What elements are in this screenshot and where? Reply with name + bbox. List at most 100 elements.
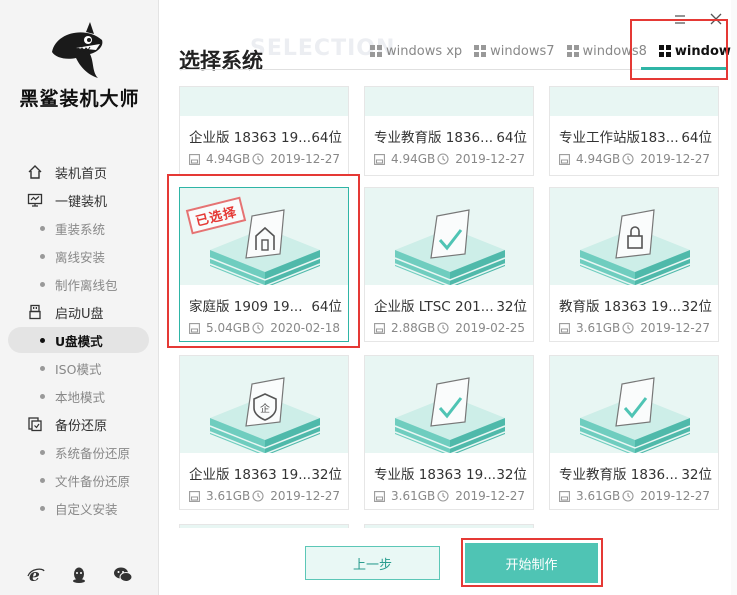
disk-icon xyxy=(374,322,388,334)
sidebar-item-local-mode[interactable]: 本地模式 xyxy=(8,383,149,409)
system-card[interactable]: 企业版 LTSC 201... 32位 2.88GB 2019-02-25 xyxy=(364,187,534,342)
disk-icon xyxy=(189,322,203,334)
clock-icon xyxy=(437,322,452,334)
os-tabs: windows xp windows7 windows8 windows10 xyxy=(370,40,737,62)
social-links: e xyxy=(0,565,159,585)
system-image xyxy=(180,87,348,116)
minimize-icon[interactable] xyxy=(670,10,690,28)
card-title-row: 专业版 18363 19... 32位 xyxy=(374,463,527,483)
release-date: 2019-12-27 xyxy=(622,488,710,504)
system-card[interactable]: 专业工作站版183... 64位 4.94GB 2019-12-27 xyxy=(549,86,719,176)
release-date-value: 2019-12-27 xyxy=(455,152,525,166)
sidebar-item-home[interactable]: 装机首页 xyxy=(8,159,149,185)
monitor-icon xyxy=(26,191,44,209)
header-divider xyxy=(179,69,720,70)
release-date: 2019-12-27 xyxy=(252,488,340,504)
system-card[interactable]: 专业教育版 1836... 64位 4.94GB 2019-12-27 xyxy=(364,86,534,176)
sidebar-item-backup-restore[interactable]: 备份还原 xyxy=(8,411,149,437)
start-making-button[interactable]: 开始制作 xyxy=(465,543,598,583)
card-meta-row: 2.88GB 2019-02-25 xyxy=(374,320,525,336)
system-card[interactable]: 专业教育版 1836... 32位 3.61GB 2019-12-27 xyxy=(549,355,719,510)
bullet-icon xyxy=(40,253,45,259)
close-icon[interactable] xyxy=(706,10,726,28)
sidebar-item-offline-install[interactable]: 离线安装 xyxy=(8,243,149,269)
tab-windows8[interactable]: windows8 xyxy=(566,44,647,59)
release-date-value: 2019-12-27 xyxy=(640,152,710,166)
usb-icon xyxy=(26,303,44,321)
file-size-value: 4.94GB xyxy=(391,152,436,166)
release-date-value: 2019-12-27 xyxy=(640,321,710,335)
system-name: 专业版 18363 19... xyxy=(374,467,497,481)
clock-icon xyxy=(622,322,637,334)
release-date-value: 2019-02-25 xyxy=(455,321,525,335)
bullet-icon xyxy=(40,505,45,511)
svg-text:企: 企 xyxy=(260,402,270,415)
tab-label: windows10 xyxy=(674,43,737,59)
bullet-icon xyxy=(40,281,45,287)
sidebar-item-label: 启动U盘 xyxy=(55,306,104,322)
footer xyxy=(159,528,737,595)
disk-icon xyxy=(559,153,573,165)
windows-logo-icon xyxy=(474,45,487,57)
release-date: 2020-02-18 xyxy=(252,320,340,336)
system-name: 专业教育版 1836... xyxy=(374,130,494,144)
wechat-icon[interactable] xyxy=(113,565,133,585)
bullet-icon xyxy=(40,477,45,483)
card-meta-row: 3.61GB 2019-12-27 xyxy=(559,488,710,504)
system-name: 企业版 LTSC 201... xyxy=(374,299,494,313)
sidebar-item-label: 重装系统 xyxy=(55,221,106,237)
sidebar-item-usb-mode[interactable]: U盘模式 xyxy=(8,327,149,353)
file-size-value: 3.61GB xyxy=(391,489,436,503)
previous-step-button[interactable]: 上一步 xyxy=(305,546,440,580)
system-image xyxy=(180,188,348,285)
system-bits: 64位 xyxy=(311,299,342,315)
system-name: 企业版 18363 19... xyxy=(189,130,312,144)
sidebar-item-system-backup[interactable]: 系统备份还原 xyxy=(8,439,149,465)
disk-icon xyxy=(189,153,203,165)
clock-icon xyxy=(252,490,267,502)
page-title: 选择系统 xyxy=(179,49,263,73)
system-card[interactable]: 企 企业版 18363 19... 32位 3.61GB 2019-12-27 xyxy=(179,355,349,510)
file-size: 3.61GB xyxy=(374,488,435,504)
release-date-value: 2019-12-27 xyxy=(640,489,710,503)
card-meta-row: 3.61GB 2019-12-27 xyxy=(374,488,525,504)
backup-icon xyxy=(26,415,44,433)
system-card[interactable]: 专业版 18363 19... 32位 3.61GB 2019-12-27 xyxy=(364,355,534,510)
scrollbar[interactable] xyxy=(731,0,737,595)
sidebar-item-custom-install[interactable]: 自定义安装 xyxy=(8,495,149,521)
release-date-value: 2019-12-27 xyxy=(270,152,340,166)
clock-icon xyxy=(252,153,267,165)
bullet-icon xyxy=(40,365,45,371)
tab-windows7[interactable]: windows7 xyxy=(474,44,555,59)
system-card[interactable]: 已选择 家庭版 1909 19... 64位 5.04GB 2020-02-18 xyxy=(179,187,349,342)
sidebar-item-make-offline-package[interactable]: 制作离线包 xyxy=(8,271,149,297)
release-date: 2019-12-27 xyxy=(622,151,710,167)
file-size-value: 4.94GB xyxy=(206,152,251,166)
sidebar-item-one-click-install[interactable]: 一键装机 xyxy=(8,187,149,213)
release-date: 2019-12-27 xyxy=(437,151,525,167)
sidebar-item-file-backup[interactable]: 文件备份还原 xyxy=(8,467,149,493)
system-image xyxy=(550,87,718,116)
system-bits: 32位 xyxy=(496,299,527,315)
system-bits: 32位 xyxy=(311,467,342,483)
bullet-icon xyxy=(40,449,45,455)
card-meta-row: 4.94GB 2019-12-27 xyxy=(374,151,525,167)
sidebar-item-boot-usb[interactable]: 启动U盘 xyxy=(8,299,149,325)
bullet-icon xyxy=(40,337,45,343)
system-name: 专业工作站版183... xyxy=(559,130,679,144)
file-size-value: 3.61GB xyxy=(576,489,621,503)
tab-windows10[interactable]: windows10 xyxy=(658,43,737,59)
ie-icon[interactable]: e xyxy=(26,565,46,585)
clock-icon xyxy=(622,490,637,502)
system-card[interactable]: 教育版 18363 19... 32位 3.61GB 2019-12-27 xyxy=(549,187,719,342)
clock-icon xyxy=(437,490,452,502)
system-name: 家庭版 1909 19... xyxy=(189,299,303,313)
tab-windows-xp[interactable]: windows xp xyxy=(370,44,462,59)
sidebar-item-iso-mode[interactable]: ISO模式 xyxy=(8,355,149,381)
system-card[interactable]: 企业版 18363 19... 64位 4.94GB 2019-12-27 xyxy=(179,86,349,176)
system-image: 企 xyxy=(180,356,348,453)
qq-icon[interactable] xyxy=(69,565,89,585)
sidebar-item-reinstall[interactable]: 重装系统 xyxy=(8,215,149,241)
system-image xyxy=(365,188,533,285)
system-name: 企业版 18363 19... xyxy=(189,467,312,481)
